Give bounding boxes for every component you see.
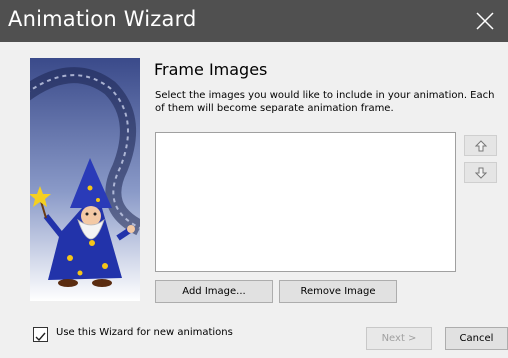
add-image-button[interactable]: Add Image...	[155, 280, 273, 303]
frame-images-list[interactable]	[155, 132, 456, 272]
use-wizard-checkbox[interactable]	[33, 327, 48, 342]
wizard-illustration	[30, 58, 140, 301]
window-title: Animation Wizard	[8, 7, 197, 31]
close-icon	[476, 12, 494, 30]
title-bar: Animation Wizard	[0, 0, 508, 42]
remove-image-button[interactable]: Remove Image	[279, 280, 397, 303]
page-description: Select the images you would like to incl…	[155, 90, 495, 114]
close-button[interactable]	[462, 0, 508, 42]
move-down-button[interactable]	[464, 162, 497, 183]
arrow-up-icon	[474, 139, 487, 151]
cancel-button[interactable]: Cancel	[445, 327, 508, 350]
use-wizard-label: Use this Wizard for new animations	[56, 327, 233, 338]
arrow-down-icon	[474, 167, 487, 179]
next-button[interactable]: Next >	[366, 327, 432, 350]
page-title: Frame Images	[154, 60, 268, 79]
checkmark-icon	[35, 332, 46, 342]
move-up-button[interactable]	[464, 135, 497, 156]
